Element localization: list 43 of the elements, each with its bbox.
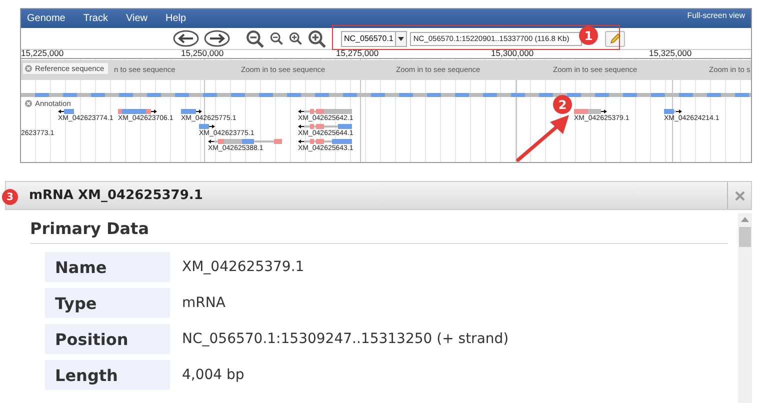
zoom-out-icon[interactable] [270, 32, 283, 45]
feature-glyph[interactable] [298, 138, 352, 145]
feature-glyph[interactable] [181, 108, 202, 115]
feature-glyph[interactable] [664, 108, 682, 115]
ruler-label: 15,225,000 [21, 48, 64, 58]
callout-badge: 3 [2, 189, 18, 205]
section-heading: Primary Data [30, 219, 728, 244]
field-value: mRNA [181, 295, 226, 311]
ruler-label: 15,325,000 [649, 48, 692, 58]
field-value: NC_056570.1:15309247..15313250 (+ strand) [181, 331, 509, 347]
field-label: Type [45, 288, 170, 318]
feature-glyph[interactable] [199, 123, 215, 130]
close-icon [734, 190, 744, 200]
feature-glyph[interactable] [298, 108, 352, 115]
sequence-dropdown[interactable]: NC_056570.1 [341, 30, 408, 46]
close-icon[interactable] [25, 100, 32, 107]
scrollbar[interactable] [738, 213, 752, 403]
field-label: Name [45, 252, 170, 282]
menu-item[interactable]: Help [166, 13, 196, 24]
feature-glyph[interactable] [298, 123, 352, 130]
field-value: XM_042625379.1 [181, 259, 304, 275]
zoom-in-icon[interactable] [308, 30, 326, 48]
feature-glyph[interactable] [118, 108, 157, 115]
dialog-title: mRNA XM_042625379.1 [29, 188, 203, 203]
menu-item[interactable]: Genome [27, 13, 74, 24]
pencil-icon [609, 32, 622, 44]
ruler-label: 15,250,000 [181, 48, 224, 58]
menu-item[interactable]: View [126, 13, 156, 24]
ruler-label: 15,300,000 [491, 48, 534, 58]
full-screen-link[interactable]: Full-screen view [687, 11, 745, 20]
zoom-in-icon[interactable] [289, 32, 302, 45]
close-icon[interactable] [25, 65, 32, 72]
ruler-label: 15,275,000 [336, 48, 379, 58]
feature-glyph[interactable] [58, 108, 74, 115]
feature-glyph[interactable] [574, 108, 607, 115]
zoom-out-icon[interactable] [246, 30, 264, 48]
menu-item[interactable]: Track [83, 13, 117, 24]
callout-arrow [516, 115, 569, 162]
field-label: Length [45, 360, 170, 390]
field-label: Position [45, 324, 170, 354]
dropdown-arrow-icon [398, 36, 404, 40]
field-value: 4,004 bp [181, 367, 244, 383]
go-button[interactable] [605, 30, 626, 46]
